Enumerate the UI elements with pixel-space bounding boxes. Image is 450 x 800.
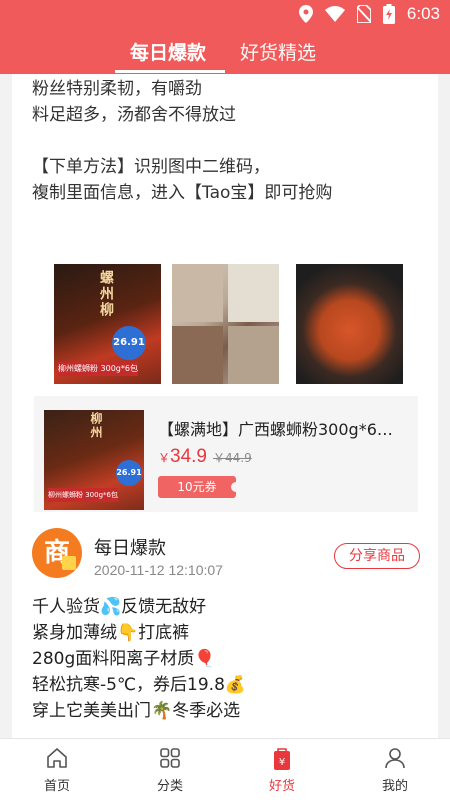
post-line: 280g面料阳离子材质🎈 bbox=[32, 649, 216, 669]
nav-label: 首页 bbox=[43, 779, 70, 794]
post-image-noodle-pack[interactable]: 螺州柳 26.91 柳州螺蛳粉 300g*6包 bbox=[54, 264, 161, 384]
collage-cell bbox=[172, 264, 224, 322]
svg-text:¥: ¥ bbox=[279, 757, 285, 768]
post-line: 紧身加薄绒👇打底裤 bbox=[32, 623, 190, 643]
post-image-noodle-bowl[interactable] bbox=[296, 264, 403, 384]
wifi-icon bbox=[324, 6, 345, 22]
bottom-nav: 首页 分类 ¥ 好货 我的 bbox=[0, 738, 450, 800]
nav-label: 分类 bbox=[156, 779, 183, 794]
feed[interactable]: 粉丝特别柔韧，有嚼劲 料足超多，汤都舍不得放过 【下单方法】识别图中二维码， 複… bbox=[0, 74, 450, 738]
coupon-badge[interactable]: 10元券 bbox=[158, 476, 241, 498]
product-card[interactable]: 柳州 26.91 柳州螺蛳粉 300g*6包 【螺满地】广西螺蛳粉300g*6…… bbox=[34, 396, 418, 526]
nav-item-me[interactable]: 我的 bbox=[350, 739, 440, 800]
thumb-price-badge: 26.91 bbox=[116, 460, 142, 486]
collage-cell bbox=[227, 326, 279, 384]
nav-item-home[interactable]: 首页 bbox=[12, 739, 102, 800]
collage-cell bbox=[227, 264, 279, 322]
location-icon bbox=[298, 5, 313, 23]
author-name: 每日爆款 bbox=[94, 538, 166, 559]
price-row: ￥34.9 ￥44.9 bbox=[158, 446, 252, 468]
post-image-row: 螺州柳 26.91 柳州螺蛳粉 300g*6包 bbox=[54, 264, 404, 384]
price-symbol: ￥ bbox=[158, 451, 171, 465]
post-line: 千人验货💦反馈无敌好 bbox=[32, 597, 207, 617]
post-card: 粉丝特别柔韧，有嚼劲 料足超多，汤都舍不得放过 【下单方法】识别图中二维码， 複… bbox=[12, 74, 438, 570]
desc-line bbox=[32, 128, 332, 154]
tab-daily-hot[interactable]: 每日爆款 bbox=[130, 38, 206, 65]
original-price: ￥44.9 bbox=[213, 451, 252, 465]
nav-item-category[interactable]: 分类 bbox=[125, 739, 215, 800]
user-icon bbox=[385, 748, 405, 769]
nav-item-good-picks[interactable]: ¥ 好货 bbox=[237, 739, 327, 800]
post-image-collage[interactable] bbox=[172, 264, 279, 384]
nav-label: 我的 bbox=[381, 779, 408, 794]
active-tab-indicator bbox=[115, 70, 225, 73]
status-time: 6:03 bbox=[406, 4, 440, 23]
post-timestamp: 2020-11-12 12:10:07 bbox=[94, 562, 223, 578]
post-line: 穿上它美美出门🌴冬季必选 bbox=[32, 701, 241, 721]
avatar[interactable]: 商 bbox=[32, 528, 82, 578]
desc-line: 【下单方法】识别图中二维码， bbox=[32, 157, 270, 177]
category-icon bbox=[160, 748, 180, 768]
top-tab-bar: 每日爆款 好货精选 bbox=[0, 28, 450, 74]
no-sim-icon bbox=[356, 5, 371, 23]
desc-line: 料足超多，汤都舍不得放过 bbox=[32, 105, 236, 125]
image-label: 柳州螺蛳粉 300g*6包 bbox=[58, 362, 138, 376]
post-line: 轻松抗寒-5℃，券后19.8💰 bbox=[32, 675, 247, 695]
product-name: 【螺满地】广西螺蛳粉300g*6… bbox=[158, 420, 393, 439]
share-product-button[interactable]: 分享商品 bbox=[334, 543, 420, 569]
image-title: 螺州柳 bbox=[98, 270, 114, 318]
post-description: 粉丝特别柔韧，有嚼劲 料足超多，汤都舍不得放过 【下单方法】识别图中二维码， 複… bbox=[32, 76, 332, 206]
product-thumbnail: 柳州 26.91 柳州螺蛳粉 300g*6包 bbox=[44, 410, 144, 510]
status-bar: 6:03 bbox=[0, 0, 450, 28]
tab-good-picks[interactable]: 好货精选 bbox=[240, 38, 316, 65]
home-icon bbox=[47, 748, 67, 768]
thumb-label: 柳州螺蛳粉 300g*6包 bbox=[48, 488, 118, 502]
image-price-badge: 26.91 bbox=[112, 326, 146, 360]
nav-label: 好货 bbox=[268, 779, 295, 794]
desc-line: 粉丝特别柔韧，有嚼劲 bbox=[32, 79, 202, 99]
bag-icon: ¥ bbox=[274, 748, 290, 770]
desc-line: 複制里面信息，进入【Tao宝】即可抢购 bbox=[32, 183, 333, 203]
battery-icon bbox=[382, 4, 395, 24]
collage-cell bbox=[172, 326, 224, 384]
post-card: 商 每日爆款 2020-11-12 12:10:07 分享商品 千人验货💦反馈无… bbox=[12, 512, 438, 738]
shopping-bag-icon bbox=[62, 556, 76, 570]
current-price: 34.9 bbox=[170, 446, 207, 467]
post-text: 千人验货💦反馈无敌好 紧身加薄绒👇打底裤 280g面料阳离子材质🎈 轻松抗寒-5… bbox=[32, 594, 246, 724]
thumb-title: 柳州 bbox=[89, 412, 103, 440]
